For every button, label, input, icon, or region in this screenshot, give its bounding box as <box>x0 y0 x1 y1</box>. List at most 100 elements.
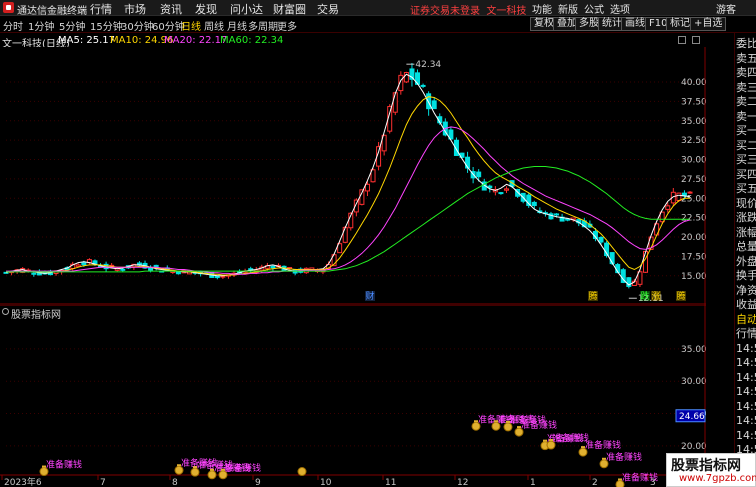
signal-label: 准备赚钱 <box>46 459 82 471</box>
period-timeshare[interactable]: 分时 <box>3 18 23 33</box>
candle-body <box>392 92 398 113</box>
x-tick-label: 2023年6 <box>4 476 42 487</box>
quote-panel-label: 14:5 <box>736 341 756 355</box>
period-more[interactable]: 更多 <box>277 18 297 33</box>
quote-panel-label: 涨幅 <box>736 225 756 239</box>
quote-panel: 委比 卖五 卖四 卖三 卖二 卖一 买一 买二 买三 买四 买五 现价 涨跌 涨幅 总量 外盘 换手 净资 收益 自动… <box>734 33 756 487</box>
menu-discover[interactable]: 发现 <box>195 1 217 17</box>
indicator-tick-label: 20.00 <box>681 442 706 452</box>
indicator-chart[interactable]: 20.0025.0030.0035.0024.66准备赚钱准备赚钱准备赚钱准备赚… <box>0 305 706 487</box>
price-tick-label: 15.00 <box>681 272 706 282</box>
candle-body <box>431 100 437 110</box>
chart-background <box>0 305 706 487</box>
period-5min[interactable]: 5分钟 <box>59 18 85 33</box>
watermark-url: www.7gpzb.com <box>679 473 756 484</box>
quote-panel-label: 外盘 <box>736 254 756 268</box>
period-multi[interactable]: 多周期 <box>248 18 278 33</box>
event-marker: 跌 <box>640 291 649 302</box>
menu-quotes[interactable]: 行情 <box>90 1 112 17</box>
candle-body <box>503 188 509 191</box>
period-60min[interactable]: 60分钟 <box>152 18 185 33</box>
quote-panel-label: 买五 <box>736 182 756 195</box>
restore-icon[interactable] <box>678 36 686 44</box>
quote-panel-label: 买一 <box>736 124 756 137</box>
app-title: 通达信金融终端 <box>17 6 87 17</box>
kline-chart[interactable]: 15.0017.5020.0022.5025.0027.5030.0032.50… <box>0 47 706 305</box>
app-window: 通达信金融终端 行情 市场 资讯 发现 问小达 财富圈 交易 证券交易未登录 文… <box>0 0 756 487</box>
menu-guest[interactable]: 游客 <box>716 1 736 16</box>
quote-panel-label: 买二 <box>736 138 756 152</box>
quote-panel-label: 14:5 <box>736 370 756 384</box>
menu-trade[interactable]: 交易 <box>317 1 339 17</box>
quote-panel-label: 14:5 <box>736 428 756 442</box>
event-marker: 财 <box>365 290 374 302</box>
period-monthly[interactable]: 月线 <box>227 18 247 33</box>
quote-panel-label: 14:5 <box>736 385 756 398</box>
candle-body <box>31 272 37 275</box>
event-marker: 腾 <box>588 290 597 302</box>
quote-panel-label: 卖五 <box>736 51 756 65</box>
menu-function[interactable]: 功能 <box>532 1 552 16</box>
login-notice[interactable]: 证券交易未登录 文一科技 <box>410 2 526 17</box>
quote-panel-label: 买四 <box>736 167 756 181</box>
x-tick-label: 1 <box>530 478 536 487</box>
quote-panel-label: 涨跌 <box>736 211 756 224</box>
app-logo-icon <box>3 2 14 13</box>
period-15min[interactable]: 15分钟 <box>90 18 123 33</box>
x-tick-label: 12 <box>457 478 468 487</box>
candle-body <box>75 264 81 267</box>
x-tick-label: 11 <box>385 478 396 487</box>
quote-panel-label: 卖二 <box>736 95 756 108</box>
quote-panel-label: 买三 <box>736 153 756 166</box>
watermark-text: 股票指标网 <box>671 458 741 474</box>
maximize-icon[interactable] <box>692 36 700 44</box>
quote-panel-label: 14:5 <box>736 414 756 427</box>
ma20-value: MA20: 22.17 <box>164 35 228 46</box>
indicator-tick-label: 35.00 <box>681 345 706 355</box>
indicator-header: 股票指标网 <box>0 305 706 321</box>
signal-label: 准备赚钱 <box>606 451 642 463</box>
period-1min[interactable]: 1分钟 <box>28 18 54 33</box>
period-toolbar: 分时 1分钟 5分钟 15分钟 30分钟 60分钟 日线 周线 月线 多周期 更… <box>0 16 756 33</box>
quote-panel-label: 换手 <box>736 269 756 282</box>
menu-news[interactable]: 资讯 <box>160 1 182 17</box>
x-tick-label: 8 <box>172 478 178 487</box>
candle-body <box>81 262 87 266</box>
site-watermark: 股票指标网 www.7gpzb.com <box>666 453 756 487</box>
x-tick-label: 2 <box>592 478 598 487</box>
period-weekly[interactable]: 周线 <box>204 18 224 33</box>
period-daily[interactable]: 日线 <box>181 18 201 33</box>
menu-options[interactable]: 选项 <box>610 1 630 16</box>
menu-market[interactable]: 市场 <box>124 1 146 17</box>
candle-body <box>342 226 348 243</box>
indicator-settings-icon[interactable] <box>2 308 9 315</box>
candle-body <box>420 84 426 87</box>
menu-formula[interactable]: 公式 <box>584 1 604 16</box>
add-favorite-button[interactable]: +自选 <box>690 17 727 31</box>
quote-panel-label: 14:5 <box>736 356 756 369</box>
price-tick-label: 32.50 <box>681 136 706 146</box>
price-tick-label: 40.00 <box>681 78 706 88</box>
candle-body <box>270 265 276 269</box>
price-tick-label: 22.50 <box>681 214 706 224</box>
quote-panel-label: 卖四 <box>736 66 756 79</box>
menu-new-version[interactable]: 新版 <box>558 1 578 16</box>
money-bag-icon <box>297 467 307 477</box>
quote-panel-label: 14:5 <box>736 399 756 413</box>
candle-body <box>598 237 604 243</box>
period-30min[interactable]: 30分钟 <box>121 18 154 33</box>
candle-body <box>120 268 126 271</box>
price-tick-label: 17.50 <box>681 252 706 262</box>
menu-wealth[interactable]: 财富圈 <box>273 1 306 17</box>
signal-label: 准备赚钱 <box>553 432 589 444</box>
menu-ask[interactable]: 问小达 <box>230 1 263 17</box>
indicator-tick-label: 30.00 <box>681 377 706 387</box>
price-tick-label: 35.00 <box>681 117 706 127</box>
candle-body <box>687 191 693 194</box>
candle-body <box>643 250 649 273</box>
ma-info-line: 文一科技(日线) MA5: 25.17 MA10: 24.96 MA20: 22… <box>0 33 700 50</box>
candle-body <box>531 201 537 207</box>
candle-body <box>665 205 671 210</box>
current-price-tag: 24.66 <box>679 412 705 422</box>
x-tick-label: 10 <box>320 478 332 487</box>
